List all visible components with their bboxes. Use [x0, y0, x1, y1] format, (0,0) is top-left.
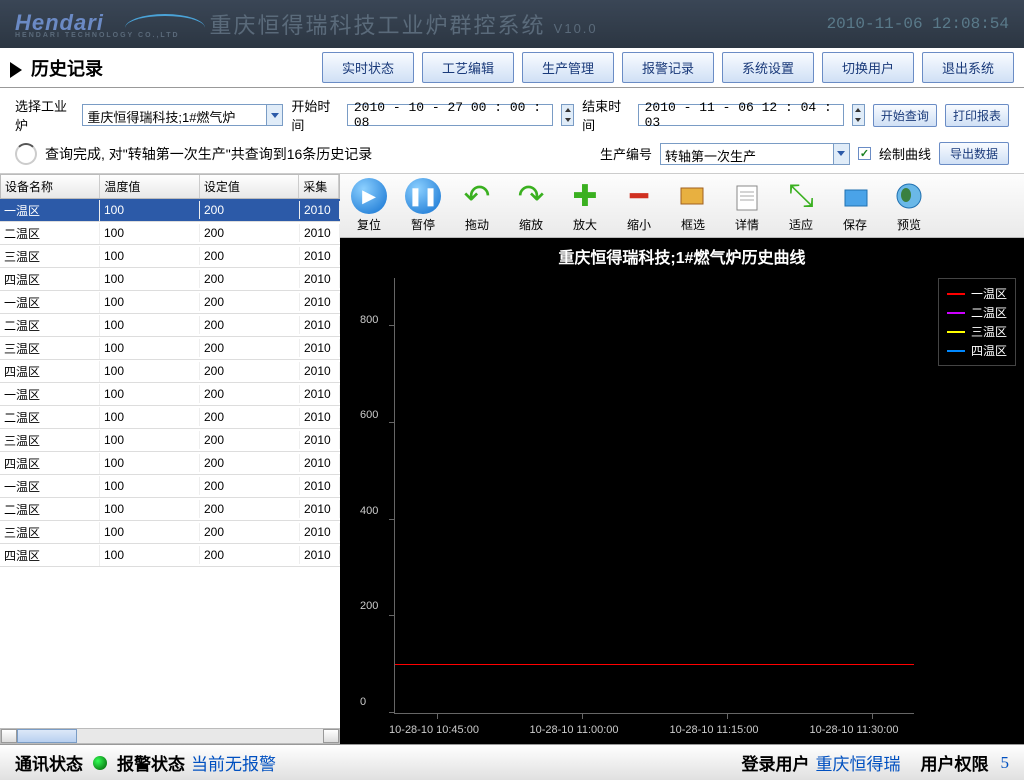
y-tick-label: 600 [360, 409, 378, 421]
zoomout-button[interactable]: ━缩小 [612, 178, 666, 233]
nav-exit-button[interactable]: 退出系统 [922, 52, 1014, 83]
drag-button[interactable]: ↶拖动 [450, 178, 504, 233]
table-row[interactable]: 一温区1002002010 [0, 475, 340, 498]
prodnum-select[interactable]: 转轴第一次生产 [660, 143, 850, 165]
chart-toolbar: ▶复位 ❚❚暂停 ↶拖动 ↷缩放 ✚放大 ━缩小 框选 详情 ⤡适应 保存 预览 [340, 174, 1024, 238]
nav-process-button[interactable]: 工艺编辑 [422, 52, 514, 83]
table-row[interactable]: 三温区1002002010 [0, 429, 340, 452]
comm-led-icon [93, 756, 107, 770]
furnace-select[interactable]: 重庆恒得瑞科技;1#燃气炉 [82, 104, 283, 126]
pause-button[interactable]: ❚❚暂停 [396, 178, 450, 233]
furnace-label: 选择工业炉 [15, 96, 74, 134]
nav-switchuser-button[interactable]: 切换用户 [822, 52, 914, 83]
preview-button[interactable]: 预览 [882, 178, 936, 233]
table-row[interactable]: 二温区1002002010 [0, 498, 340, 521]
starttime-field[interactable]: 2010 - 10 - 27 00 : 00 : 08 [347, 104, 553, 126]
permission-value: 5 [1001, 753, 1010, 773]
permission-label: 用户权限 [921, 750, 989, 775]
table-row[interactable]: 四温区1002002010 [0, 268, 340, 291]
chart-title: 重庆恒得瑞科技;1#燃气炉历史曲线 [340, 238, 1024, 274]
data-table: 设备名称 温度值 设定值 采集 一温区1002002010二温区10020020… [0, 174, 340, 744]
x-tick-label: 10-28-10 11:00:00 [529, 724, 618, 736]
y-tick-label: 0 [360, 696, 366, 708]
dropdown-arrow-icon [833, 144, 849, 164]
dropdown-arrow-icon [266, 105, 282, 125]
app-title: 重庆恒得瑞科技工业炉群控系统 V10.0 [210, 8, 827, 40]
boxselect-button[interactable]: 框选 [666, 178, 720, 233]
table-row[interactable]: 四温区1002002010 [0, 544, 340, 567]
nav-production-button[interactable]: 生产管理 [522, 52, 614, 83]
table-row[interactable]: 一温区1002002010 [0, 199, 340, 222]
table-row[interactable]: 一温区1002002010 [0, 383, 340, 406]
table-row[interactable]: 四温区1002002010 [0, 452, 340, 475]
table-row[interactable]: 三温区1002002010 [0, 521, 340, 544]
x-tick-label: 10-28-10 11:30:00 [809, 724, 898, 736]
nav-realtime-button[interactable]: 实时状态 [322, 52, 414, 83]
export-button[interactable]: 导出数据 [939, 142, 1009, 165]
prodnum-label: 生产编号 [600, 144, 652, 163]
detail-button[interactable]: 详情 [720, 178, 774, 233]
reset-button[interactable]: ▶复位 [342, 178, 396, 233]
query-status-text: 查询完成, 对"转轴第一次生产"共查询到16条历史记录 [45, 144, 372, 164]
system-clock: 2010-11-06 12:08:54 [827, 15, 1009, 33]
page-title: 历史记录 [10, 55, 103, 81]
scroll-thumb[interactable] [17, 729, 77, 743]
comm-status-label: 通讯状态 [15, 750, 83, 775]
scroll-left-icon[interactable] [1, 729, 17, 743]
zoomin-button[interactable]: ✚放大 [558, 178, 612, 233]
x-tick-label: 10-28-10 10:45:00 [389, 724, 479, 736]
table-row[interactable]: 三温区1002002010 [0, 337, 340, 360]
endtime-label: 结束时间 [582, 96, 629, 134]
save-button[interactable]: 保存 [828, 178, 882, 233]
table-row[interactable]: 二温区1002002010 [0, 222, 340, 245]
fit-button[interactable]: ⤡适应 [774, 178, 828, 233]
endtime-stepper[interactable] [852, 104, 865, 126]
query-button[interactable]: 开始查询 [873, 104, 937, 127]
scroll-right-icon[interactable] [323, 729, 339, 743]
starttime-stepper[interactable] [561, 104, 574, 126]
chart-legend: 一温区二温区三温区四温区 [938, 278, 1016, 366]
nav-settings-button[interactable]: 系统设置 [722, 52, 814, 83]
table-row[interactable]: 四温区1002002010 [0, 360, 340, 383]
login-user-label: 登录用户 [742, 750, 810, 775]
starttime-label: 开始时间 [291, 96, 338, 134]
series-line [395, 664, 914, 666]
loading-spinner-icon [15, 143, 37, 165]
nav-alarm-button[interactable]: 报警记录 [622, 52, 714, 83]
play-arrow-icon [10, 62, 22, 78]
alarm-status-label: 报警状态 [117, 750, 185, 775]
table-row[interactable]: 一温区1002002010 [0, 291, 340, 314]
horizontal-scrollbar[interactable] [0, 728, 340, 744]
table-row[interactable]: 三温区1002002010 [0, 245, 340, 268]
x-tick-label: 10-28-10 11:15:00 [669, 724, 758, 736]
drawcurve-label: 绘制曲线 [879, 144, 931, 163]
alarm-status-value: 当前无报警 [191, 750, 276, 775]
print-button[interactable]: 打印报表 [945, 104, 1009, 127]
drawcurve-checkbox[interactable]: ✓ [858, 147, 871, 160]
table-row[interactable]: 二温区1002002010 [0, 314, 340, 337]
table-row[interactable]: 二温区1002002010 [0, 406, 340, 429]
y-tick-label: 200 [360, 600, 378, 612]
table-header: 设备名称 温度值 设定值 采集 [0, 174, 340, 199]
login-user-value: 重庆恒得瑞 [816, 750, 901, 775]
zoom-button[interactable]: ↷缩放 [504, 178, 558, 233]
endtime-field[interactable]: 2010 - 11 - 06 12 : 04 : 03 [638, 104, 844, 126]
y-tick-label: 400 [360, 505, 378, 517]
y-tick-label: 800 [360, 314, 378, 326]
chart-canvas[interactable]: 重庆恒得瑞科技;1#燃气炉历史曲线 一温区二温区三温区四温区 0 200 400 60… [340, 238, 1024, 744]
